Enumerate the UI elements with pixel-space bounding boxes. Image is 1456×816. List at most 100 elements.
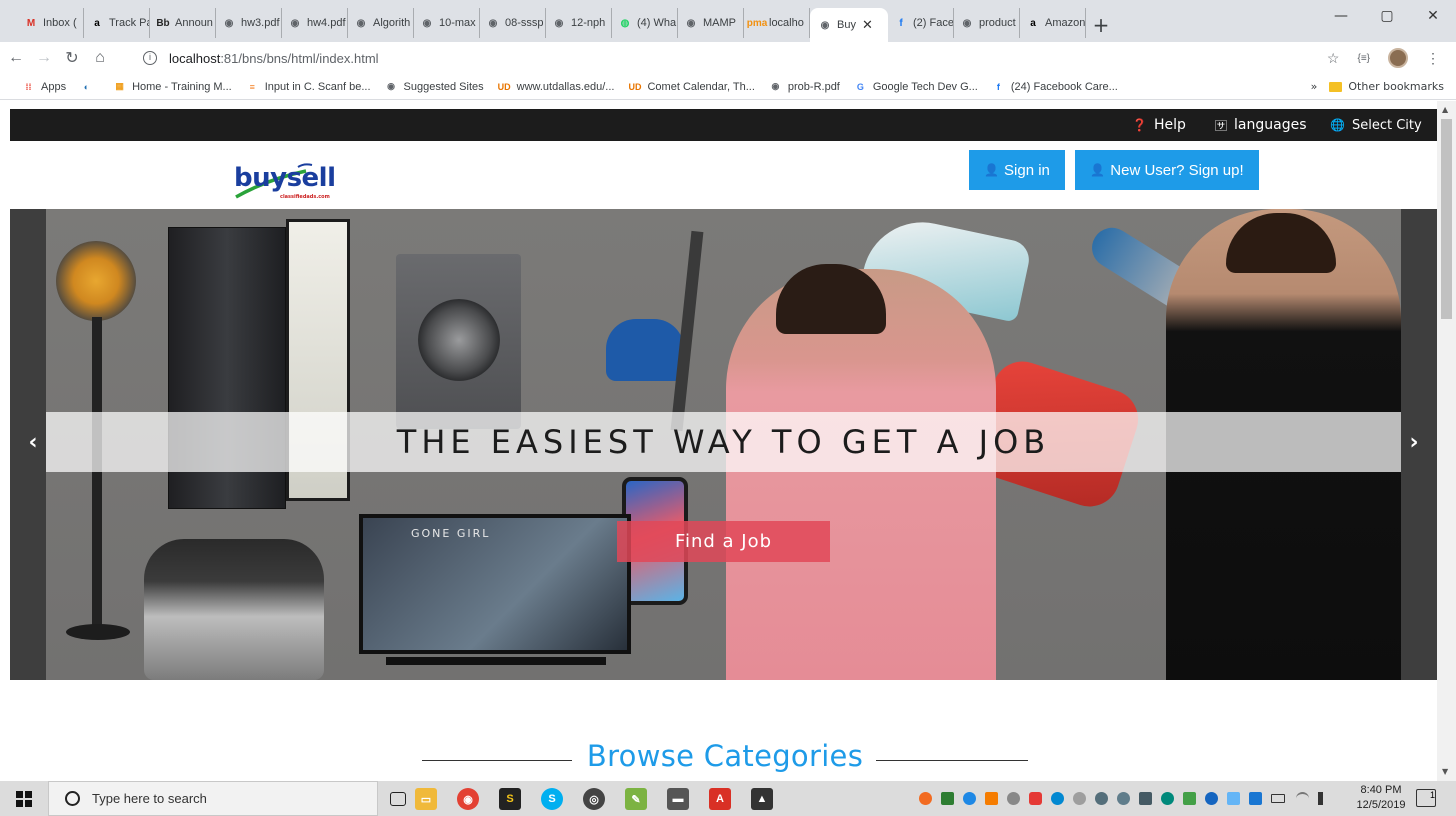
paint-icon[interactable]: ✎ xyxy=(625,788,647,810)
action-center-icon[interactable]: 1 xyxy=(1416,789,1436,807)
minimize-icon[interactable]: — xyxy=(1318,0,1364,32)
browser-tab[interactable]: ◉ hw4.pdf xyxy=(282,8,348,38)
home-icon[interactable]: ⌂ xyxy=(88,49,112,67)
browser-tab[interactable]: ◉ 12-nph xyxy=(546,8,612,38)
browser-tab[interactable]: a Track Pa xyxy=(84,8,150,38)
site-logo[interactable]: buysell classifiedads.com xyxy=(228,157,348,203)
close-tab-icon[interactable]: ✕ xyxy=(862,17,873,33)
browser-tab[interactable]: Bb Announ xyxy=(150,8,216,38)
scroll-down-icon[interactable]: ▼ xyxy=(1442,767,1448,776)
browser-tab[interactable]: ◉ MAMP xyxy=(678,8,744,38)
carousel-next-icon[interactable]: › xyxy=(1399,427,1429,457)
globe-icon: ◉ xyxy=(488,17,498,29)
tray-dollar-icon[interactable] xyxy=(941,792,954,805)
bookmark-item[interactable]: ◐ xyxy=(80,80,99,93)
bookmark-item[interactable]: ◉ prob-R.pdf xyxy=(769,80,839,93)
acrobat-icon[interactable]: A xyxy=(709,788,731,810)
browser-tab[interactable]: a Amazon xyxy=(1020,8,1086,38)
tray-wifi-icon[interactable] xyxy=(1296,792,1309,805)
bookmark-item[interactable]: ≡ Input in C. Scanf be... xyxy=(246,80,371,93)
carousel-prev-icon[interactable]: ‹ xyxy=(18,427,48,457)
tray-app-icon[interactable] xyxy=(1161,792,1174,805)
browser-tab[interactable]: ◉ Algorith xyxy=(348,8,414,38)
select-city-link[interactable]: 🌐 Select City xyxy=(1330,109,1422,141)
amazon-icon: a xyxy=(1030,17,1036,29)
tray-app-icon[interactable] xyxy=(1007,792,1020,805)
tray-app-icon[interactable] xyxy=(1183,792,1196,805)
browser-tab[interactable]: ◉ Buy ✕ xyxy=(810,8,888,42)
github-icon[interactable]: ◎ xyxy=(583,788,605,810)
browser-tab[interactable]: ◉ product xyxy=(954,8,1020,38)
tray-app-icon[interactable] xyxy=(1139,792,1152,805)
bookmark-item[interactable]: f (24) Facebook Care... xyxy=(992,80,1118,93)
tab-label: hw4.pdf xyxy=(307,17,346,29)
forward-icon[interactable]: → xyxy=(32,49,56,67)
browser-tab[interactable]: ◉ hw3.pdf xyxy=(216,8,282,38)
bookmark-item[interactable]: ◉ Suggested Sites xyxy=(385,80,484,93)
tray-app-icon[interactable] xyxy=(1095,792,1108,805)
windows-start-icon[interactable] xyxy=(0,781,48,816)
back-icon[interactable]: ← xyxy=(4,49,28,67)
browser-tab[interactable]: ◍ (4) Wha xyxy=(612,8,678,38)
bookmark-item[interactable]: G Google Tech Dev G... xyxy=(854,80,978,93)
tray-volume-icon[interactable] xyxy=(1318,792,1328,805)
tray-app-icon[interactable] xyxy=(1117,792,1130,805)
bookmark-item[interactable]: UD Comet Calendar, Th... xyxy=(628,80,754,93)
tab-label: Announ xyxy=(175,17,213,29)
extension-icon[interactable]: {≡} xyxy=(1357,53,1370,64)
terminal-icon[interactable]: ▬ xyxy=(667,788,689,810)
scroll-thumb[interactable] xyxy=(1441,119,1452,319)
reload-icon[interactable]: ↻ xyxy=(60,48,84,68)
windows-logo-icon xyxy=(16,790,32,807)
address-bar[interactable]: i localhost:81/bns/bns/html/index.html xyxy=(143,47,379,69)
browser-tab[interactable]: pma localho xyxy=(744,8,810,38)
bookmarks-bar: ⁞⁞ Apps ◐ ▦ Home - Training M... ≡ Input in C.… xyxy=(0,74,1456,100)
tab-label: Inbox ( xyxy=(43,17,77,29)
taskbar-search-box[interactable]: Type here to search xyxy=(48,781,378,816)
profile-avatar[interactable] xyxy=(1388,48,1408,68)
chrome-icon[interactable]: ◉ xyxy=(457,788,479,810)
other-bookmarks-folder[interactable]: Other bookmarks xyxy=(1329,80,1444,93)
browser-tab[interactable]: ◉ 10-max xyxy=(414,8,480,38)
tray-app-icon[interactable] xyxy=(919,792,932,805)
tray-bluetooth-icon[interactable] xyxy=(1205,792,1218,805)
browser-tab[interactable]: f (2) Face xyxy=(888,8,954,38)
close-window-icon[interactable]: ✕ xyxy=(1410,0,1456,32)
tray-shield-icon[interactable] xyxy=(1029,792,1042,805)
sign-in-button[interactable]: 👤 Sign in xyxy=(969,150,1065,190)
tray-app-icon[interactable] xyxy=(1073,792,1086,805)
languages-link[interactable]: 🈂 languages xyxy=(1215,109,1307,141)
bookmark-item[interactable]: ⁞⁞ Apps xyxy=(22,80,67,93)
menu-kebab-icon[interactable]: ⋮ xyxy=(1426,50,1440,67)
tray-battery-icon[interactable] xyxy=(1271,794,1285,803)
globe-icon: ◉ xyxy=(356,17,366,29)
tray-skype-icon[interactable] xyxy=(1051,792,1064,805)
scroll-up-icon[interactable]: ▲ xyxy=(1442,105,1448,114)
tab-label: MAMP xyxy=(703,17,736,29)
photos-icon[interactable]: ▲ xyxy=(751,788,773,810)
skype-icon[interactable]: S xyxy=(541,788,563,810)
more-bookmarks-chevron[interactable]: » xyxy=(1311,80,1318,93)
help-link[interactable]: ❓ Help xyxy=(1132,109,1186,141)
tray-app-icon[interactable] xyxy=(1227,792,1240,805)
tray-people-icon[interactable] xyxy=(963,792,976,805)
bookmark-star-icon[interactable]: ☆ xyxy=(1327,50,1340,67)
browser-tab[interactable]: ◉ 08-sssp xyxy=(480,8,546,38)
new-tab-button[interactable]: + xyxy=(1086,8,1116,42)
tray-app-icon[interactable] xyxy=(1249,792,1262,805)
tray-app-icon[interactable] xyxy=(985,792,998,805)
sublime-text-icon[interactable]: S xyxy=(499,788,521,810)
bookmark-item[interactable]: ▦ Home - Training M... xyxy=(113,80,231,93)
find-job-button[interactable]: Find a Job xyxy=(617,521,830,562)
taskbar-clock[interactable]: 8:40 PM 12/5/2019 xyxy=(1350,783,1412,813)
browser-tab[interactable]: M Inbox ( xyxy=(18,8,84,38)
file-explorer-icon[interactable]: ▭ xyxy=(415,788,437,810)
page-scrollbar[interactable]: ▲ ▼ xyxy=(1437,101,1456,781)
sign-up-button[interactable]: 👤 New User? Sign up! xyxy=(1075,150,1259,190)
bookmark-item[interactable]: UD www.utdallas.edu/... xyxy=(498,80,615,93)
notification-count: 1 xyxy=(1429,790,1435,800)
site-info-icon[interactable]: i xyxy=(143,51,157,65)
task-view-icon[interactable] xyxy=(390,792,406,806)
bookmark-label: Comet Calendar, Th... xyxy=(647,80,755,93)
maximize-icon[interactable]: ▢ xyxy=(1364,0,1410,32)
